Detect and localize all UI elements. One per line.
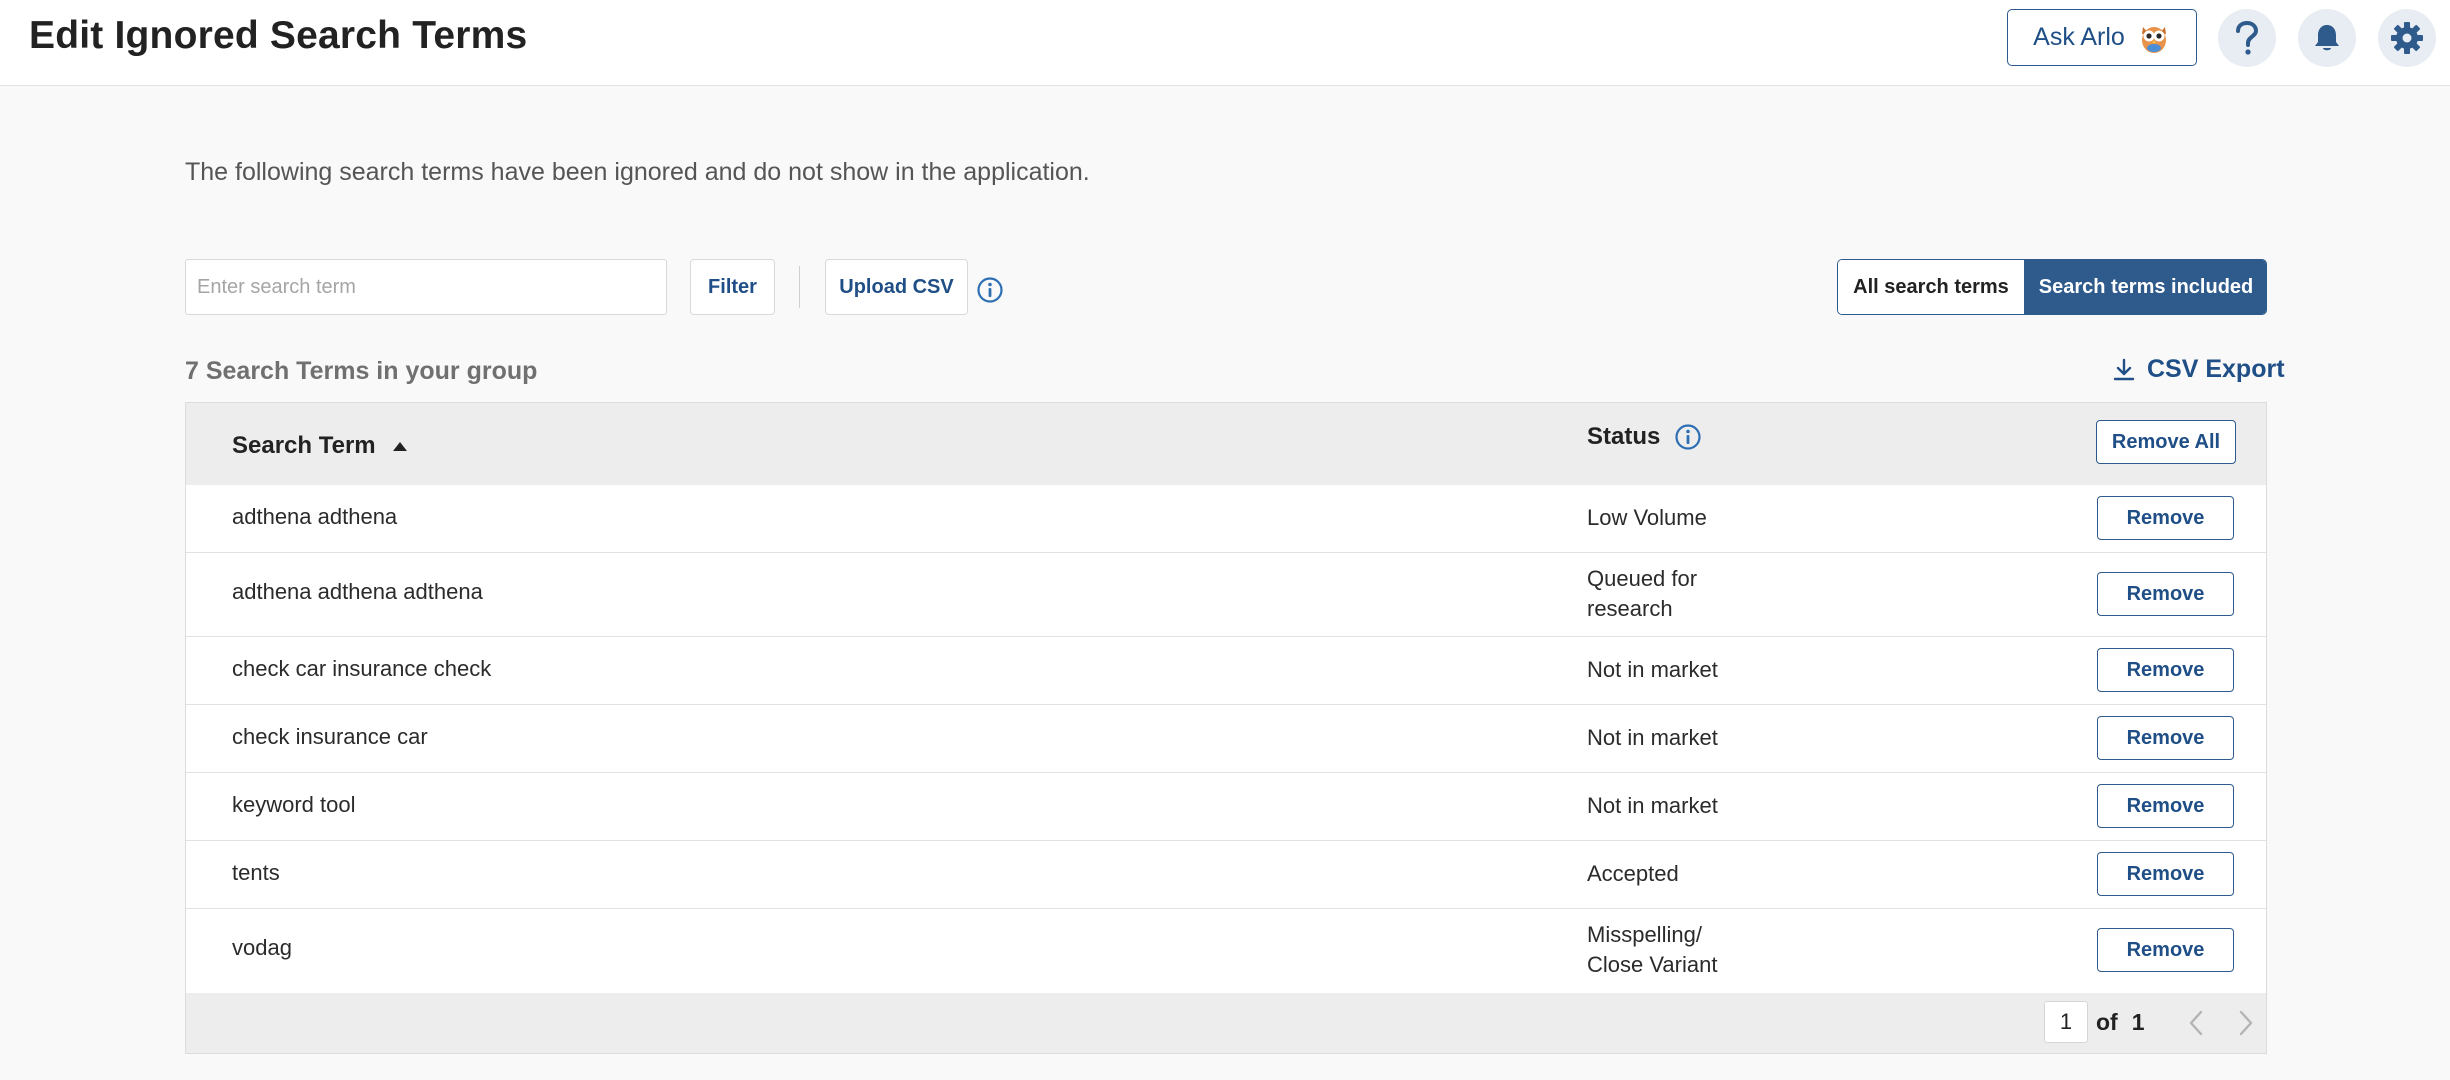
page-of-label: of bbox=[2096, 1009, 2118, 1035]
prev-page-icon[interactable] bbox=[2188, 1010, 2204, 1036]
search-term-cell: adthena adthena bbox=[232, 504, 398, 529]
status-cell: Queued for research bbox=[1587, 566, 1698, 621]
table-header: Search Term Status Remove All bbox=[186, 403, 2266, 485]
view-toggle: All search terms Search terms included bbox=[1837, 259, 2267, 315]
status-cell: Accepted bbox=[1587, 861, 1679, 886]
status-info-icon[interactable] bbox=[1674, 423, 1702, 451]
table-row: adthena adthena adthena Queued for resea… bbox=[186, 553, 2266, 637]
table-row: check car insurance check Not in market … bbox=[186, 637, 2266, 705]
remove-button[interactable]: Remove bbox=[2097, 852, 2234, 896]
remove-button[interactable]: Remove bbox=[2097, 496, 2234, 540]
table-row: adthena adthena Low Volume Remove bbox=[186, 485, 2266, 553]
search-terms-table: Search Term Status Remove All adthena ad… bbox=[185, 402, 2267, 1054]
download-icon bbox=[2113, 358, 2135, 380]
search-terms-count: 7 Search Terms in your group bbox=[185, 357, 538, 385]
remove-button[interactable]: Remove bbox=[2097, 716, 2234, 760]
status-cell: Not in market bbox=[1587, 725, 1718, 750]
toggle-search-terms-included[interactable]: Search terms included bbox=[2024, 260, 2266, 314]
column-header-status-label: Status bbox=[1587, 423, 1661, 450]
ask-arlo-button[interactable]: Ask Arlo bbox=[2007, 9, 2197, 66]
status-cell: Misspelling/ Close Variant bbox=[1587, 922, 1718, 977]
toolbar-divider bbox=[799, 266, 800, 308]
remove-all-button[interactable]: Remove All bbox=[2096, 420, 2236, 464]
column-header-search-term[interactable]: Search Term bbox=[232, 432, 408, 460]
toggle-all-search-terms[interactable]: All search terms bbox=[1838, 260, 2024, 314]
bell-icon bbox=[2315, 25, 2339, 51]
page-total: 1 bbox=[2131, 1009, 2145, 1035]
table-row: keyword tool Not in market Remove bbox=[186, 773, 2266, 841]
remove-button[interactable]: Remove bbox=[2097, 928, 2234, 972]
remove-button[interactable]: Remove bbox=[2097, 572, 2234, 616]
sort-ascending-icon bbox=[392, 442, 407, 451]
help-button[interactable] bbox=[2218, 9, 2276, 67]
gear-icon bbox=[2391, 22, 2423, 54]
search-term-cell: keyword tool bbox=[232, 792, 356, 817]
search-term-cell: adthena adthena adthena bbox=[232, 579, 483, 604]
top-header: Edit Ignored Search Terms Ask Arlo bbox=[0, 0, 2450, 86]
help-icon bbox=[2236, 21, 2259, 55]
table-row: check insurance car Not in market Remove bbox=[186, 705, 2266, 773]
next-page-icon[interactable] bbox=[2238, 1010, 2254, 1036]
status-cell: Not in market bbox=[1587, 793, 1718, 818]
filter-button[interactable]: Filter bbox=[690, 259, 775, 315]
csv-export-button[interactable]: CSV Export bbox=[2113, 355, 2285, 384]
table-row: vodag Misspelling/ Close Variant Remove bbox=[186, 909, 2266, 993]
csv-export-label: CSV Export bbox=[2147, 355, 2285, 383]
search-term-cell: check car insurance check bbox=[232, 656, 492, 681]
table-footer: 1 of 1 bbox=[186, 993, 2266, 1053]
owl-icon bbox=[2141, 26, 2166, 53]
settings-button[interactable] bbox=[2378, 9, 2436, 67]
notifications-button[interactable] bbox=[2298, 9, 2356, 67]
search-term-cell: check insurance car bbox=[232, 724, 428, 749]
page-description: The following search terms have been ign… bbox=[185, 158, 1090, 186]
ask-arlo-label: Ask Arlo bbox=[2033, 23, 2125, 51]
column-header-status: Status bbox=[1587, 423, 1702, 451]
remove-button[interactable]: Remove bbox=[2097, 784, 2234, 828]
page-number-input[interactable]: 1 bbox=[2044, 1001, 2088, 1043]
upload-csv-button[interactable]: Upload CSV bbox=[825, 259, 968, 315]
status-cell: Low Volume bbox=[1587, 505, 1707, 530]
page-title: Edit Ignored Search Terms bbox=[29, 14, 528, 57]
upload-info-icon[interactable] bbox=[976, 276, 1004, 304]
search-term-cell: vodag bbox=[232, 935, 292, 960]
table-row: tents Accepted Remove bbox=[186, 841, 2266, 909]
status-cell: Not in market bbox=[1587, 657, 1718, 682]
search-term-cell: tents bbox=[232, 860, 280, 885]
remove-button[interactable]: Remove bbox=[2097, 648, 2234, 692]
search-input[interactable] bbox=[185, 259, 667, 315]
page-of-total: of 1 bbox=[2096, 1009, 2145, 1036]
column-header-search-term-label: Search Term bbox=[232, 432, 376, 459]
